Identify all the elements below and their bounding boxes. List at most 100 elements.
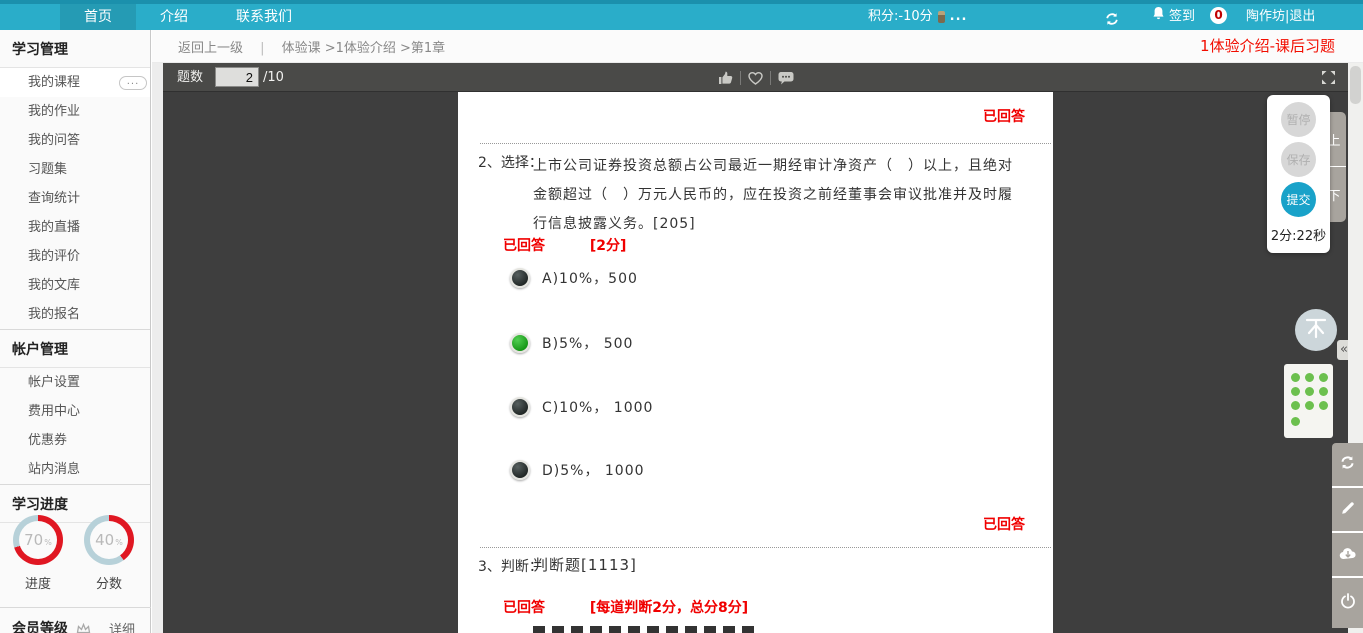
pencil-icon bbox=[1340, 500, 1356, 520]
sidebar-item-my-qa[interactable]: 我的问答 bbox=[0, 126, 150, 155]
submit-button[interactable]: 提交 bbox=[1281, 182, 1316, 217]
question-total: /10 bbox=[263, 70, 284, 85]
question-dot[interactable] bbox=[1291, 387, 1300, 396]
crown-icon bbox=[76, 619, 91, 633]
points-label: 积分:-10分 bbox=[868, 9, 933, 24]
question-dot[interactable] bbox=[1291, 417, 1300, 426]
score-unit: % bbox=[115, 537, 123, 547]
question3-score: [每道判断2分，总分8分] bbox=[589, 600, 749, 616]
power-tool-button[interactable] bbox=[1332, 578, 1363, 628]
sidebar-item-my-homework[interactable]: 我的作业 bbox=[0, 97, 150, 126]
scrollbar-thumb[interactable] bbox=[1350, 66, 1361, 104]
question2-status-row: 已回答 [2分] bbox=[503, 235, 626, 255]
question-paper: 已回答 2、选择： 上市公司证券投资总额占公司最近一期经审计净资产（ ）以上，且… bbox=[458, 92, 1053, 633]
question-divider bbox=[480, 547, 1051, 548]
fullscreen-icon[interactable] bbox=[1321, 70, 1336, 85]
question-dot[interactable] bbox=[1319, 401, 1328, 410]
sidebar-item-account-settings[interactable]: 帐户设置 bbox=[0, 368, 150, 397]
progress-ring: 70% bbox=[13, 515, 63, 565]
user-logout[interactable]: 陶作坊|退出 bbox=[1246, 4, 1315, 30]
answer-option-c[interactable]: C)10%， 1000 bbox=[510, 397, 653, 417]
question-count-label: 题数 bbox=[177, 70, 204, 85]
sidebar-section-account: 帐户管理 帐户设置 费用中心 优惠券 站内消息 bbox=[0, 329, 150, 484]
question2-score: [2分] bbox=[589, 238, 627, 254]
sidebar-item-site-messages[interactable]: 站内消息 bbox=[0, 455, 150, 484]
points-display: 积分:-10分 ... bbox=[868, 4, 967, 30]
status-answered-top: 已回答 bbox=[983, 109, 1025, 125]
right-edge-toolbar bbox=[1332, 443, 1363, 633]
member-level-label: 会员等级 bbox=[12, 621, 68, 633]
question-number-input[interactable] bbox=[215, 67, 259, 87]
question-dot[interactable] bbox=[1305, 373, 1314, 382]
score-ring: 40% bbox=[84, 515, 134, 565]
question-dot[interactable] bbox=[1319, 387, 1328, 396]
checkin-label: 签到 bbox=[1169, 9, 1196, 24]
question3-text: 判断题[1113] bbox=[533, 556, 637, 574]
nav-intro[interactable]: 介绍 bbox=[136, 4, 212, 30]
pencil-tool-button[interactable] bbox=[1332, 488, 1363, 533]
status-answered-bottom: 已回答 bbox=[983, 517, 1025, 533]
radio-unselected-icon[interactable] bbox=[510, 268, 530, 288]
answer-option-b[interactable]: B)5%， 500 bbox=[510, 333, 633, 353]
app-root: 首页 介绍 联系我们 积分:-10分 ... 签到 0 陶作坊|退出 学习管理 … bbox=[0, 0, 1363, 633]
progress-value: 70 bbox=[24, 531, 44, 549]
status-answered: 已回答 bbox=[503, 600, 545, 616]
courses-more-button[interactable]: ... bbox=[119, 76, 147, 90]
bell-icon bbox=[1152, 4, 1165, 30]
nav-contact[interactable]: 联系我们 bbox=[212, 4, 316, 30]
sidebar-item-exercise-set[interactable]: 习题集 bbox=[0, 155, 150, 184]
heart-icon[interactable] bbox=[747, 70, 764, 86]
sidebar-item-my-courses[interactable]: 我的课程 ... bbox=[0, 68, 150, 97]
refresh-icon[interactable] bbox=[1104, 6, 1120, 32]
top-bar: 首页 介绍 联系我们 积分:-10分 ... 签到 0 陶作坊|退出 bbox=[0, 0, 1363, 30]
nav-home[interactable]: 首页 bbox=[60, 4, 136, 30]
quiz-toolbar: 题数 /10 bbox=[163, 63, 1348, 92]
answer-option-d[interactable]: D)5%， 1000 bbox=[510, 460, 645, 480]
refresh-tool-button[interactable] bbox=[1332, 443, 1363, 488]
question-dot[interactable] bbox=[1305, 401, 1314, 410]
section-title-learning: 学习管理 bbox=[0, 30, 150, 68]
score-value: 40 bbox=[95, 531, 115, 549]
points-icon bbox=[937, 11, 945, 23]
sidebar-item-my-reviews[interactable]: 我的评价 bbox=[0, 242, 150, 271]
page-title: 1体验介绍-课后习题 bbox=[1200, 37, 1335, 55]
back-to-top-icon bbox=[1304, 316, 1328, 344]
sidebar-item-coupons[interactable]: 优惠券 bbox=[0, 426, 150, 455]
progress-unit: % bbox=[44, 537, 52, 547]
question2-text: 上市公司证券投资总额占公司最近一期经审计净资产（ ）以上，且绝对 金额超过（ ）… bbox=[533, 158, 1013, 232]
radio-selected-icon[interactable] bbox=[510, 333, 530, 353]
breadcrumb-separator: | bbox=[260, 41, 265, 56]
radio-unselected-icon[interactable] bbox=[510, 397, 530, 417]
save-button[interactable]: 保存 bbox=[1281, 142, 1316, 177]
radio-unselected-icon[interactable] bbox=[510, 460, 530, 480]
question-dot[interactable] bbox=[1319, 373, 1328, 382]
question-dot[interactable] bbox=[1291, 373, 1300, 382]
answer-option-a[interactable]: A)10%，500 bbox=[510, 268, 638, 288]
sidebar-item-query-stats[interactable]: 查询统计 bbox=[0, 184, 150, 213]
question-dot[interactable] bbox=[1305, 387, 1314, 396]
cloud-download-tool-button[interactable] bbox=[1332, 533, 1363, 578]
breadcrumb-bar: 返回上一级 | 体验课 >1体验介绍 >第1章 1体验介绍-课后习题 bbox=[152, 30, 1363, 63]
progress-ring-label: 进度 bbox=[24, 577, 51, 592]
sidebar-item-my-live[interactable]: 我的直播 bbox=[0, 213, 150, 242]
sidebar: 学习管理 我的课程 ... 我的作业 我的问答 习题集 查询统计 我的直播 我的… bbox=[0, 30, 151, 633]
sidebar-item-billing-center[interactable]: 费用中心 bbox=[0, 397, 150, 426]
notification-badge[interactable]: 0 bbox=[1210, 7, 1227, 24]
member-detail-link[interactable]: 详细 bbox=[109, 619, 135, 633]
cloud-download-icon bbox=[1339, 545, 1357, 564]
question-navigator bbox=[1284, 364, 1333, 438]
back-to-top-button[interactable] bbox=[1295, 309, 1337, 351]
sidebar-item-my-library[interactable]: 我的文库 bbox=[0, 271, 150, 300]
points-more[interactable]: ... bbox=[950, 4, 968, 30]
checkin-button[interactable]: 签到 bbox=[1152, 4, 1195, 30]
back-link[interactable]: 返回上一级 bbox=[178, 41, 243, 56]
power-icon bbox=[1340, 593, 1356, 613]
comment-icon[interactable] bbox=[777, 70, 795, 86]
thumbs-up-icon[interactable] bbox=[717, 70, 734, 86]
status-answered: 已回答 bbox=[503, 238, 545, 254]
question3-status-row: 已回答 [每道判断2分，总分8分] bbox=[503, 597, 748, 617]
question-dot[interactable] bbox=[1291, 401, 1300, 410]
sidebar-item-my-enrollment[interactable]: 我的报名 bbox=[0, 300, 150, 329]
exam-control-panel: 暂停 保存 提交 2分:22秒 bbox=[1267, 95, 1330, 253]
pause-button[interactable]: 暂停 bbox=[1281, 102, 1316, 137]
